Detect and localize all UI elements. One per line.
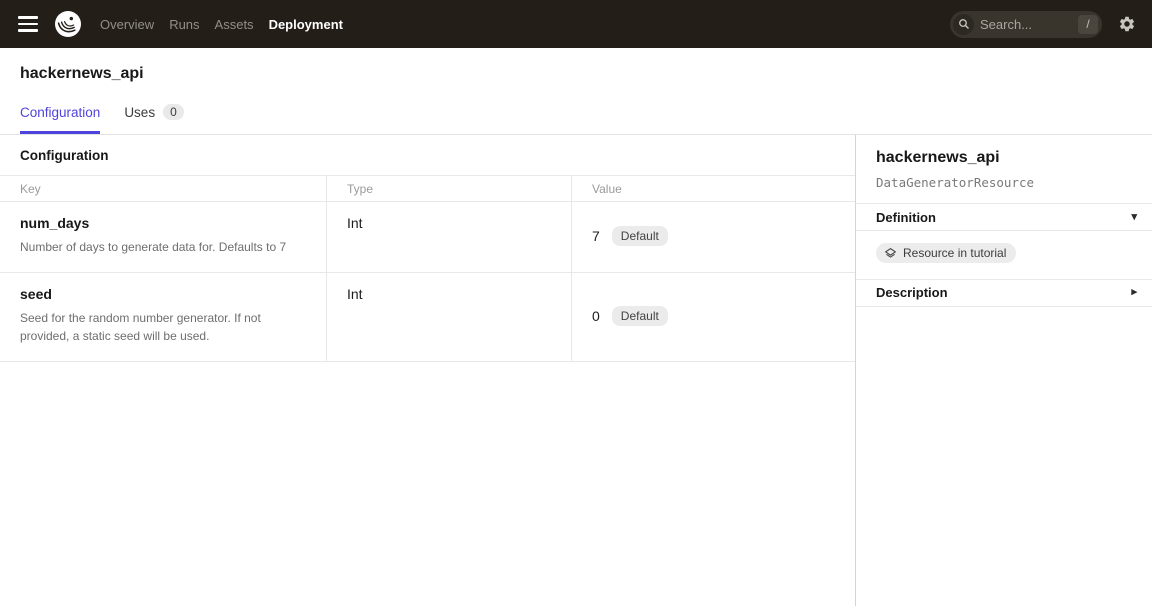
tag-label: Resource in tutorial	[903, 246, 1006, 260]
search-icon	[953, 14, 974, 35]
tab-uses-label: Uses	[124, 105, 155, 120]
menu-button[interactable]	[16, 12, 40, 36]
tab-bar: Configuration Uses 0	[0, 104, 1152, 134]
definition-section-toggle[interactable]: Definition ▾	[856, 203, 1152, 231]
tab-configuration-label: Configuration	[20, 105, 100, 120]
config-type: Int	[326, 202, 571, 272]
config-description: Seed for the random number generator. If…	[20, 309, 306, 346]
config-value: 7	[592, 228, 600, 244]
config-value: 0	[592, 308, 600, 324]
details-side-panel: hackernews_api DataGeneratorResource Def…	[856, 135, 1152, 606]
column-header-type: Type	[326, 176, 571, 201]
tab-configuration[interactable]: Configuration	[20, 105, 100, 134]
search-box[interactable]: /	[950, 11, 1102, 38]
page-header: hackernews_api Configuration Uses 0	[0, 48, 1152, 135]
search-input[interactable]	[978, 16, 1074, 33]
tag-resource-in-tutorial[interactable]: Resource in tutorial	[876, 243, 1016, 263]
description-section-label: Description	[876, 285, 948, 300]
config-description: Number of days to generate data for. Def…	[20, 238, 306, 257]
nav-item-deployment[interactable]: Deployment	[269, 17, 343, 32]
section-title: Configuration	[0, 135, 855, 176]
table-row: num_days Number of days to generate data…	[0, 202, 855, 273]
layers-icon	[884, 247, 897, 260]
app-root: Overview Runs Assets Deployment / hacker…	[0, 0, 1152, 606]
configuration-pane: Configuration Key Type Value num_days Nu…	[0, 135, 856, 606]
chevron-down-icon: ▾	[1131, 212, 1137, 223]
config-key: seed	[20, 286, 306, 302]
tab-uses[interactable]: Uses 0	[124, 104, 183, 134]
top-nav: Overview Runs Assets Deployment /	[0, 0, 1152, 48]
table-row: seed Seed for the random number generato…	[0, 273, 855, 362]
config-key: num_days	[20, 215, 306, 231]
primary-nav: Overview Runs Assets Deployment	[100, 17, 343, 32]
search-shortcut-key: /	[1078, 15, 1098, 34]
configuration-table: Key Type Value num_days Number of days t…	[0, 176, 855, 362]
dagster-logo-icon[interactable]	[54, 10, 82, 38]
resource-type: DataGeneratorResource	[876, 175, 1132, 190]
default-badge: Default	[612, 226, 668, 246]
settings-gear-button[interactable]	[1118, 15, 1136, 33]
menu-icon	[18, 16, 38, 19]
nav-item-runs[interactable]: Runs	[169, 17, 199, 32]
gear-icon	[1118, 15, 1136, 33]
page-title: hackernews_api	[0, 48, 1152, 83]
nav-item-assets[interactable]: Assets	[215, 17, 254, 32]
column-header-value: Value	[571, 176, 855, 201]
column-header-key: Key	[0, 176, 326, 201]
default-badge: Default	[612, 306, 668, 326]
nav-item-overview[interactable]: Overview	[100, 17, 154, 32]
resource-name: hackernews_api	[876, 149, 1132, 167]
description-section-toggle[interactable]: Description ▸	[856, 279, 1152, 307]
definition-section-content: Resource in tutorial	[856, 231, 1152, 279]
table-header-row: Key Type Value	[0, 176, 855, 202]
definition-section-label: Definition	[876, 210, 936, 225]
chevron-right-icon: ▸	[1131, 287, 1137, 298]
uses-count-badge: 0	[163, 104, 184, 120]
content-area: Configuration Key Type Value num_days Nu…	[0, 135, 1152, 606]
config-type: Int	[326, 273, 571, 361]
